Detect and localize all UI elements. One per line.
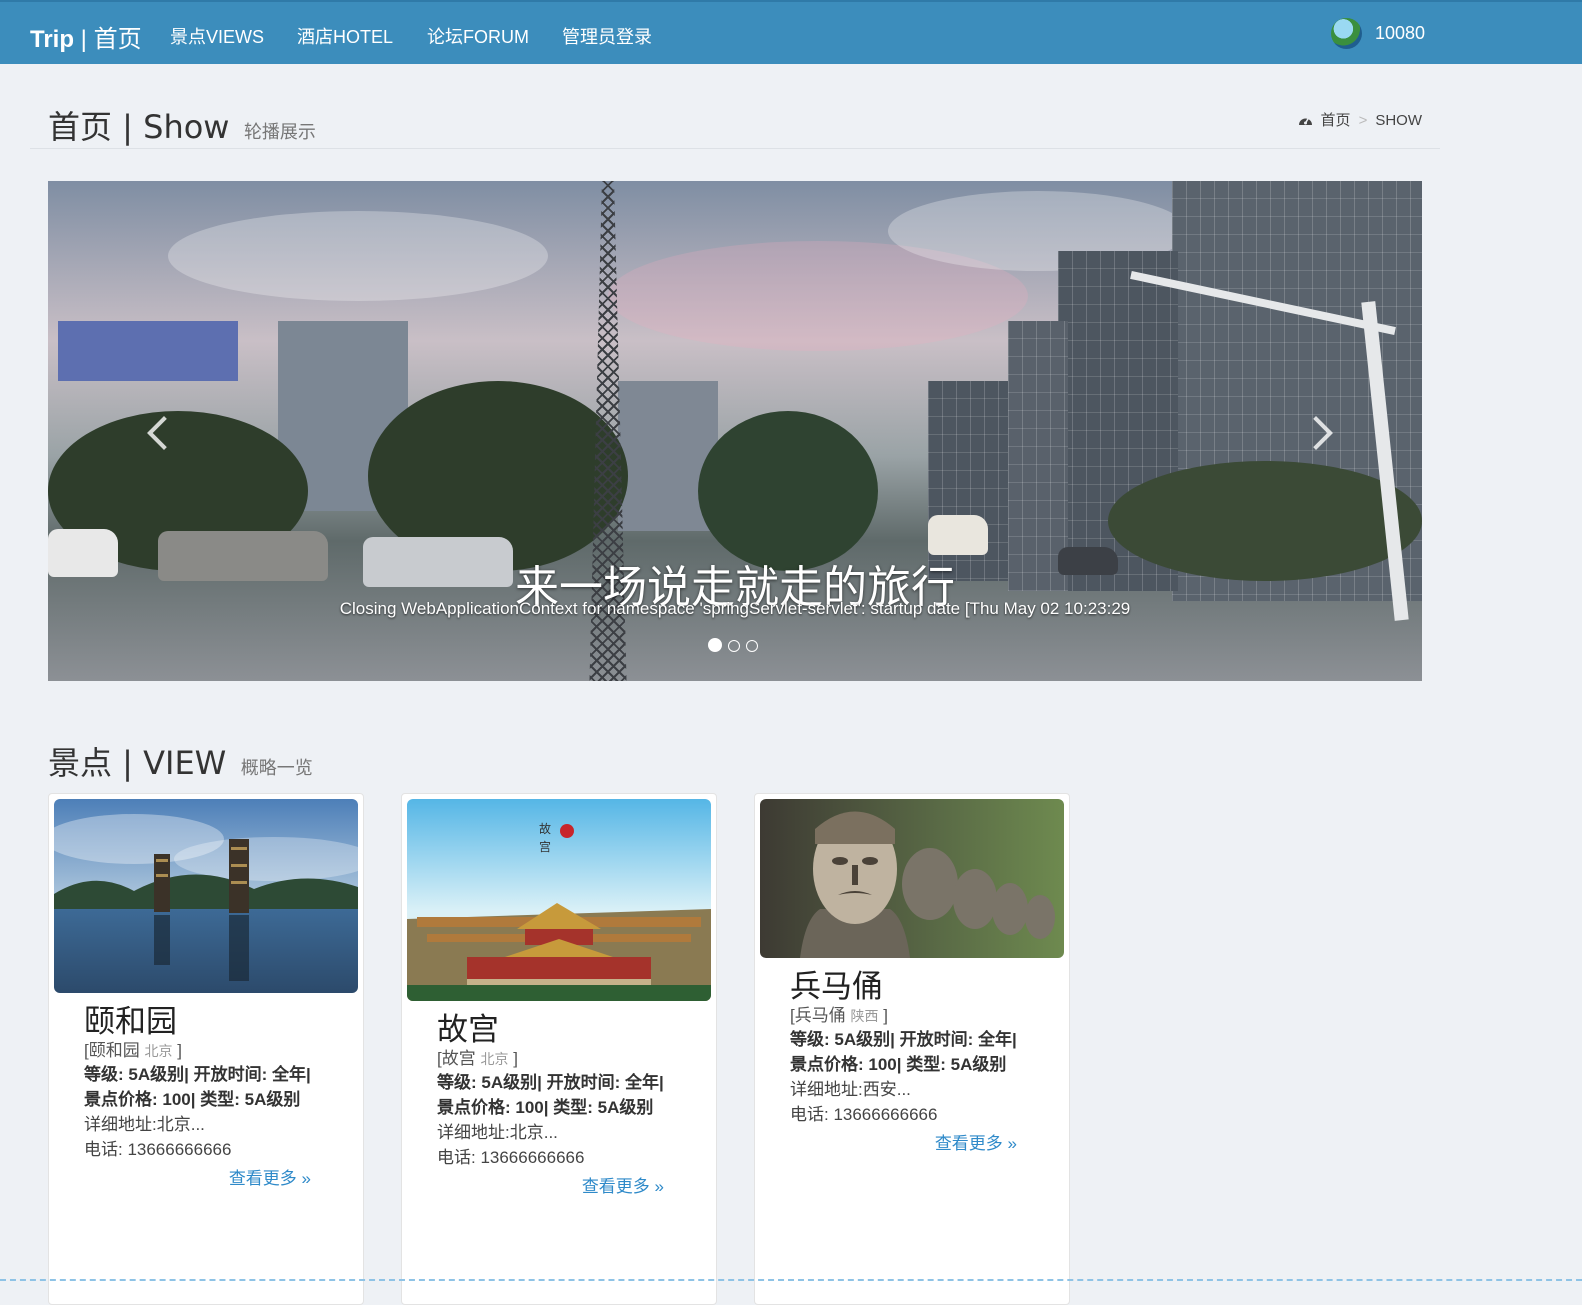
view-alt-name: [兵马俑 陕西 ] [790, 1005, 1017, 1027]
view-thumbnail[interactable]: 故 宫 [407, 799, 711, 1001]
alt-name-text: [颐和园 [84, 1041, 140, 1060]
view-phone: 电话: 13666666666 [790, 1105, 938, 1124]
header-divider [30, 148, 1440, 149]
view-thumbnail[interactable] [760, 799, 1064, 958]
view-name: 颐和园 [84, 1004, 177, 1039]
view-info-line-2: 景点价格: 100| 类型: 5A级别 [790, 1055, 1007, 1074]
view-info-line-1: 等级: 5A级别| 开放时间: 全年| [790, 1030, 1017, 1049]
nav-item-hotel[interactable]: 酒店HOTEL [297, 23, 393, 49]
top-navbar: Trip | 首页 景点VIEWS 酒店HOTEL 论坛FORUM 管理员登录 … [0, 0, 1582, 64]
view-address: 详细地址:北京... [437, 1123, 558, 1142]
view-card: 颐和园 [颐和园 北京 ] 等级: 5A级别| 开放时间: 全年| 景点价格: … [48, 793, 364, 1305]
svg-text:故: 故 [539, 821, 551, 836]
view-name: 故宫 [437, 1012, 499, 1047]
brand-rest: | 首页 [74, 26, 142, 53]
alt-close: ] [883, 1006, 888, 1025]
views-subtitle: 概略一览 [240, 758, 313, 778]
nav-item-forum[interactable]: 论坛FORUM [427, 23, 529, 49]
user-avatar[interactable] [1331, 18, 1362, 49]
breadcrumb: 首页 > SHOW [1298, 109, 1422, 130]
view-phone: 电话: 13666666666 [84, 1140, 232, 1159]
view-info-line-1: 等级: 5A级别| 开放时间: 全年| [84, 1065, 311, 1084]
view-address: 详细地址:西安... [790, 1080, 911, 1099]
province-label: 北京 [480, 1051, 509, 1067]
view-more-link[interactable]: 查看更多 » [229, 1164, 311, 1189]
svg-text:宫: 宫 [539, 839, 551, 854]
alt-close: ] [513, 1049, 518, 1068]
view-address: 详细地址:北京... [84, 1115, 205, 1134]
alt-name-text: [兵马俑 [790, 1006, 846, 1025]
alt-close: ] [177, 1041, 182, 1060]
breadcrumb-separator: > [1358, 112, 1368, 129]
breadcrumb-current: SHOW [1375, 112, 1422, 129]
view-info-line-2: 景点价格: 100| 类型: 5A级别 [84, 1090, 301, 1109]
carousel-indicators [708, 638, 764, 657]
view-alt-name: [故宫 北京 ] [437, 1048, 664, 1070]
nav-item-views[interactable]: 景点VIEWS [170, 23, 264, 49]
view-phone: 电话: 13666666666 [437, 1148, 585, 1167]
nav-item-admin-login[interactable]: 管理员登录 [562, 23, 652, 49]
view-thumbnail[interactable] [54, 799, 358, 993]
view-alt-name: [颐和园 北京 ] [84, 1040, 311, 1062]
province-label: 北京 [144, 1043, 173, 1059]
user-name[interactable]: 10080 [1375, 23, 1425, 44]
dashboard-icon [1298, 117, 1312, 125]
page-subtitle: 轮播展示 [243, 122, 316, 142]
views-title: 景点 | VIEW [48, 744, 227, 782]
carousel-indicator-1[interactable] [708, 638, 722, 652]
view-info-line-2: 景点价格: 100| 类型: 5A级别 [437, 1098, 654, 1117]
view-more-link[interactable]: 查看更多 » [935, 1129, 1017, 1154]
province-label: 陕西 [850, 1008, 879, 1024]
page-title: 首页 | Show [48, 108, 230, 146]
view-name: 兵马俑 [790, 969, 883, 1004]
page-header: 首页 | Show 轮播展示 [48, 102, 316, 148]
alt-name-text: [故宫 [437, 1049, 476, 1068]
views-section-header: 景点 | VIEW 概略一览 [48, 738, 313, 784]
brand-link[interactable]: Trip | 首页 [30, 19, 142, 54]
brand-strong: Trip [30, 26, 75, 53]
view-more-link[interactable]: 查看更多 » [582, 1172, 664, 1197]
breadcrumb-home[interactable]: 首页 [1321, 112, 1351, 129]
carousel: 来一场说走就走的旅行 Closing WebApplicationContext… [48, 181, 1422, 681]
carousel-indicator-3[interactable] [746, 640, 758, 652]
view-info-line-1: 等级: 5A级别| 开放时间: 全年| [437, 1073, 664, 1092]
dashed-divider [0, 1279, 1582, 1281]
view-card: 兵马俑 [兵马俑 陕西 ] 等级: 5A级别| 开放时间: 全年| 景点价格: … [754, 793, 1070, 1305]
carousel-caption-text: Closing WebApplicationContext for namesp… [339, 599, 1131, 618]
view-card: 故 宫 故宫 [故宫 北京 ] 等级: 5A级别| 开放时间: 全年| 景点价格… [401, 793, 717, 1305]
carousel-indicator-2[interactable] [728, 640, 740, 652]
